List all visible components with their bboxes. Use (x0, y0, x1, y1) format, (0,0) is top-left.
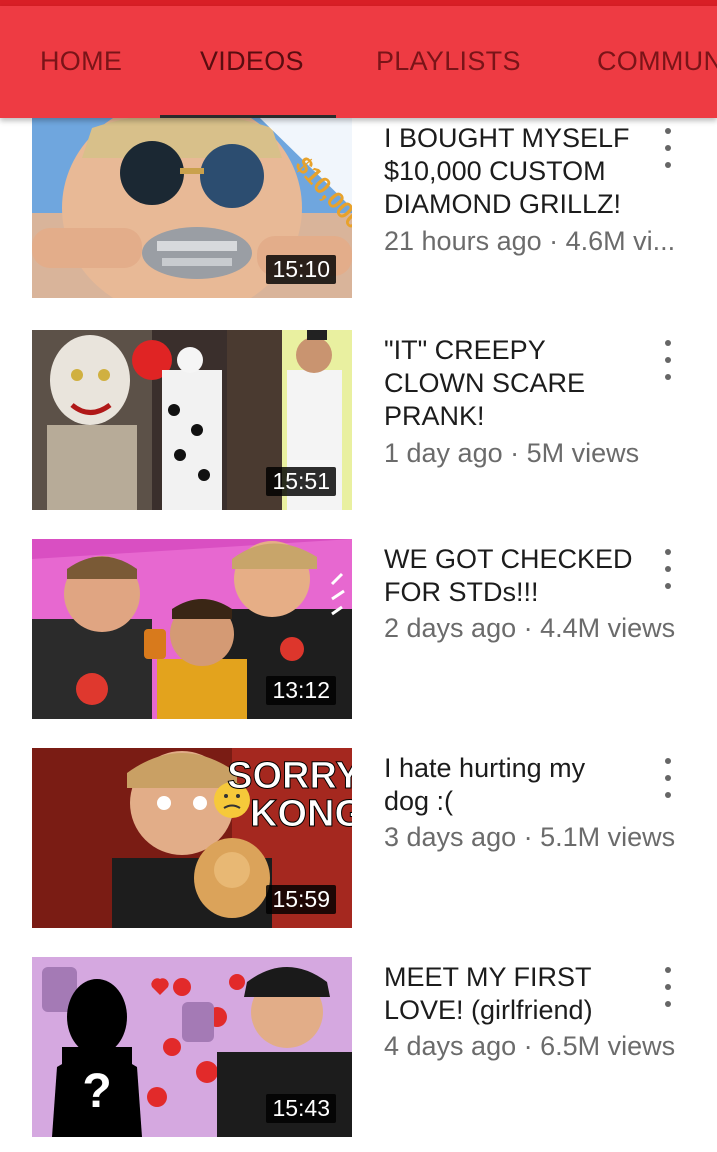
more-vert-icon[interactable] (656, 340, 680, 380)
active-tab-indicator (160, 115, 336, 118)
more-vert-icon[interactable] (656, 549, 680, 589)
tab-videos[interactable]: VIDEOS (200, 46, 304, 77)
video-thumbnail[interactable]: ? 15:43 (32, 957, 352, 1137)
more-vert-icon[interactable] (656, 967, 680, 1007)
video-thumbnail[interactable]: 13:12 (32, 539, 352, 719)
video-item[interactable]: 15:51 "IT" CREEPY CLOWN SCARE PRANK! 1 d… (0, 330, 717, 510)
video-duration: 15:59 (266, 885, 336, 914)
video-item[interactable]: SORRY KONG 15:59 I hate hurting my dog :… (0, 748, 717, 928)
video-duration: 13:12 (266, 676, 336, 705)
thumbnail-overlay-text: KONG (250, 793, 352, 835)
more-vert-icon[interactable] (656, 758, 680, 798)
video-thumbnail[interactable]: SORRY KONG 15:59 (32, 748, 352, 928)
video-duration: 15:51 (266, 467, 336, 496)
channel-tab-bar: HOME VIDEOS PLAYLISTS COMMUN (0, 6, 717, 118)
video-duration: 15:10 (266, 255, 336, 284)
video-meta: 1 day ago · 5M views (384, 438, 640, 468)
video-title[interactable]: MEET MY FIRST LOVE! (girlfriend) (384, 961, 634, 1027)
tab-home[interactable]: HOME (40, 46, 122, 77)
video-item[interactable]: $10,000 15:10 I BOUGHT MYSELF $10,000 CU… (0, 118, 717, 298)
tab-playlists[interactable]: PLAYLISTS (376, 46, 521, 77)
video-title[interactable]: "IT" CREEPY CLOWN SCARE PRANK! (384, 334, 634, 433)
video-item[interactable]: ? 15:43 MEET MY FIRST LOVE! (girlfriend)… (0, 957, 717, 1137)
video-meta: 3 days ago · 5.1M views (384, 822, 676, 852)
video-item[interactable]: 13:12 WE GOT CHECKED FOR STDs!!! 2 days … (0, 539, 717, 719)
video-meta: 4 days ago · 6.5M views (384, 1031, 676, 1061)
video-duration: 15:43 (266, 1094, 336, 1123)
video-title[interactable]: I hate hurting my dog :( (384, 752, 634, 818)
thumbnail-overlay-text: SORRY (227, 755, 352, 797)
video-thumbnail[interactable]: 15:51 (32, 330, 352, 510)
video-title[interactable]: WE GOT CHECKED FOR STDs!!! (384, 543, 634, 609)
video-meta: 21 hours ago · 4.6M vi... (384, 226, 676, 256)
video-meta: 2 days ago · 4.4M views (384, 613, 676, 643)
more-vert-icon[interactable] (656, 128, 680, 168)
video-thumbnail[interactable]: $10,000 15:10 (32, 118, 352, 298)
thumbnail-overlay-text: ? (82, 1065, 111, 1118)
tab-community[interactable]: COMMUN (597, 46, 717, 77)
video-title[interactable]: I BOUGHT MYSELF $10,000 CUSTOM DIAMOND G… (384, 122, 634, 221)
